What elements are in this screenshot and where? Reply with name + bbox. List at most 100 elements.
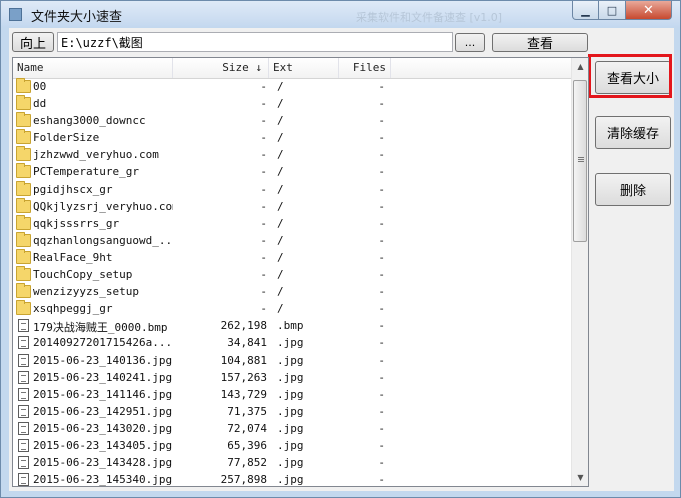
scroll-thumb[interactable] — [573, 80, 587, 242]
list-item[interactable]: PCTemperature_gr - / - — [13, 163, 571, 181]
list-item[interactable]: qqkjsssrrs_gr - / - — [13, 214, 571, 233]
folder-icon — [16, 163, 31, 179]
item-size: - — [260, 97, 267, 111]
delete-button[interactable]: 删除 — [595, 173, 671, 206]
item-files: - — [378, 233, 385, 247]
list-item[interactable]: FolderSize - / - — [13, 129, 571, 147]
item-files: - — [378, 456, 385, 470]
folder-icon — [16, 197, 31, 213]
item-files: - — [378, 319, 385, 333]
scroll-down-arrow-icon[interactable]: ▼ — [572, 469, 588, 486]
browse-button[interactable]: ... — [455, 33, 485, 52]
item-files: - — [378, 199, 385, 213]
list-item[interactable]: dd - / - — [13, 95, 571, 113]
list-header: Name Size ↓ Ext Files — [13, 58, 571, 79]
list-item[interactable]: 179决战海贼王_0000.bmp 262,198 .bmp - — [13, 318, 571, 335]
vertical-scrollbar[interactable]: ▲ ▼ — [571, 58, 588, 486]
list-item[interactable]: eshang3000_downcc - / - — [13, 112, 571, 130]
column-ext[interactable]: Ext — [269, 58, 339, 78]
list-item[interactable]: qqzhanlongsanguowd_... - / - — [13, 231, 571, 250]
item-files: - — [378, 216, 385, 230]
clear-cache-button[interactable]: 清除缓存 — [595, 116, 671, 149]
item-files: - — [378, 165, 385, 179]
item-size: 71,375 — [227, 404, 267, 418]
item-name: wenzizyyzs_setup — [33, 285, 139, 299]
item-size: 77,852 — [227, 456, 267, 470]
minimize-button[interactable]: ▁ — [572, 1, 599, 20]
item-files: - — [378, 438, 385, 452]
item-name: 2015-06-23_140136.jpg — [33, 353, 173, 367]
item-files: - — [378, 114, 385, 128]
folder-icon — [16, 231, 31, 247]
column-name[interactable]: Name — [13, 58, 173, 78]
item-size: - — [260, 302, 267, 316]
list-item[interactable]: 2015-06-23_142951.jpg 71,375 .jpg - — [13, 404, 571, 421]
item-files: - — [378, 370, 385, 384]
item-name: 2015-06-23_143405.jpg — [33, 438, 173, 452]
item-files: - — [378, 353, 385, 367]
item-name: 00 — [33, 80, 47, 93]
item-size: 262,198 — [220, 319, 267, 333]
folder-icon — [16, 78, 31, 93]
maximize-button[interactable]: □ — [599, 1, 626, 20]
file-icon — [18, 353, 29, 367]
close-button[interactable]: ✕ — [626, 1, 672, 20]
scroll-up-arrow-icon[interactable]: ▲ — [572, 58, 588, 75]
item-files: - — [378, 268, 385, 282]
item-size: - — [260, 165, 267, 179]
list-item[interactable]: 2015-06-23_143020.jpg 72,074 .jpg - — [13, 421, 571, 438]
item-name: 179决战海贼王_0000.bmp — [33, 321, 168, 335]
list-item[interactable]: 2015-06-23_140136.jpg 104,881 .jpg - — [13, 353, 571, 370]
list-item[interactable]: jzhzwwd_veryhuo.com - / - — [13, 146, 571, 164]
column-size[interactable]: Size ↓ — [173, 58, 269, 78]
item-size: 157,263 — [220, 370, 267, 384]
list-item[interactable]: 2015-06-23_141146.jpg 143,729 .jpg - — [13, 387, 571, 404]
item-size: - — [260, 199, 267, 213]
item-files: - — [378, 250, 385, 264]
list-item[interactable]: TouchCopy_setup - / - — [13, 266, 571, 284]
list-item[interactable]: 00- / - — [13, 78, 571, 96]
list-item[interactable]: xsqhpeggj_gr - / - — [13, 300, 571, 318]
folder-icon — [16, 248, 31, 264]
item-files: - — [378, 131, 385, 145]
item-name: QQkjlyzsrj_veryhuo.com — [33, 199, 173, 213]
up-button[interactable]: 向上 — [12, 32, 54, 52]
title-bar[interactable]: 文件夹大小速查 采集软件和文件备速查 [v1.0] ▁ □ ✕ — [1, 1, 680, 27]
item-name: 2015-06-23_143020.jpg — [33, 421, 173, 435]
list-item[interactable]: RealFace_9ht - / - — [13, 248, 571, 267]
list-item[interactable]: pgidjhscx_gr - / - — [13, 180, 571, 199]
column-files[interactable]: Files — [339, 58, 391, 78]
list-rows: 00- / - dd - / - eshang3000_downcc - / - FolderSize… — [13, 78, 571, 487]
item-size: - — [260, 216, 267, 230]
list-item[interactable]: 2015-06-23_140241.jpg 157,263 .jpg - — [13, 370, 571, 387]
list-item[interactable]: wenzizyyzs_setup - / - — [13, 283, 571, 301]
item-size: - — [260, 250, 267, 264]
folder-icon — [16, 129, 31, 145]
item-size: 65,396 — [227, 438, 267, 452]
list-item[interactable]: QQkjlyzsrj_veryhuo.com - / - — [13, 197, 571, 216]
minimize-icon: ▁ — [581, 3, 590, 17]
list-item[interactable]: 20140927201715426a... 34,841 .jpg - — [13, 335, 571, 352]
file-list[interactable]: Name Size ↓ Ext Files 00- / - dd - / - eshang30… — [12, 57, 589, 487]
file-icon — [18, 438, 29, 452]
file-icon — [18, 473, 29, 486]
item-name: 2015-06-23_141146.jpg — [33, 387, 173, 401]
file-icon — [18, 319, 29, 333]
item-size: 143,729 — [220, 387, 267, 401]
path-input[interactable] — [57, 32, 453, 52]
item-size: - — [260, 131, 267, 145]
file-icon — [18, 336, 29, 350]
folder-icon — [16, 214, 31, 230]
item-files: - — [378, 404, 385, 418]
list-item[interactable]: 2015-06-23_143405.jpg 65,396 .jpg - — [13, 438, 571, 455]
item-size: 257,898 — [220, 473, 267, 487]
folder-icon — [16, 95, 31, 111]
item-size: - — [260, 182, 267, 196]
item-name: qqkjsssrrs_gr — [33, 216, 120, 230]
list-item[interactable]: 2015-06-23_145340.jpg 257,898 .jpg - — [13, 472, 571, 487]
list-item[interactable]: 2015-06-23_143428.jpg 77,852 .jpg - — [13, 455, 571, 472]
item-name: dd — [33, 97, 47, 111]
item-name: 2015-06-23_142951.jpg — [33, 404, 173, 418]
view-button[interactable]: 查看 — [492, 33, 588, 52]
item-size: - — [260, 80, 267, 93]
